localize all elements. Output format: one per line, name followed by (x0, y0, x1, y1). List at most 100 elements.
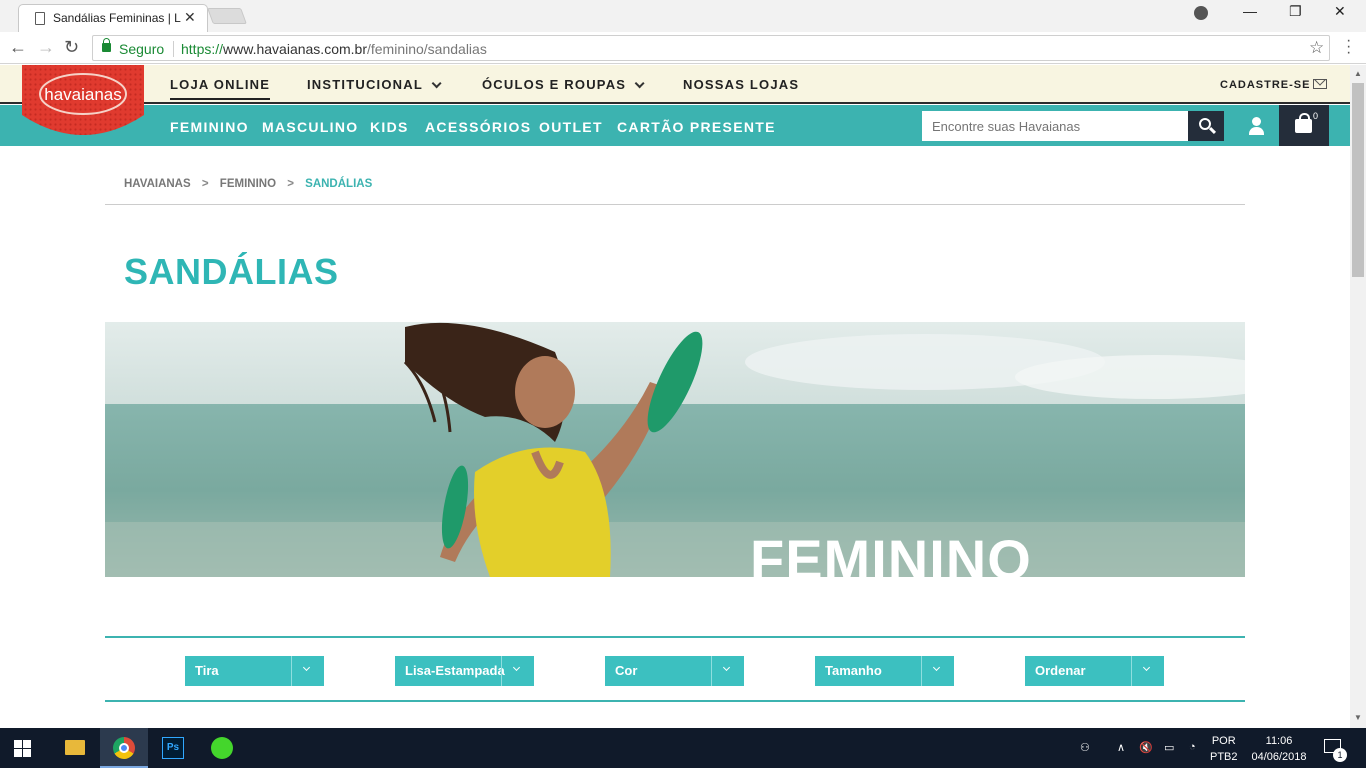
minimize-icon[interactable]: — (1243, 3, 1257, 19)
new-tab-button[interactable] (207, 8, 247, 24)
scroll-down-icon[interactable]: ▼ (1354, 713, 1362, 722)
breadcrumb-current: SANDÁLIAS (305, 178, 373, 190)
language-indicator[interactable]: POR PTB2 (1210, 733, 1238, 765)
breadcrumb: HAVAIANAS > FEMININO > SANDÁLIAS (124, 178, 380, 190)
browser-menu-icon[interactable]: · · · (1346, 33, 1351, 61)
filter-cor[interactable]: Cor (605, 656, 744, 686)
nav-cartao-presente[interactable]: CARTÃO PRESENTE (617, 119, 776, 135)
window-close-icon[interactable]: ✕ (1334, 3, 1346, 20)
tab-close-icon[interactable]: ✕ (184, 9, 196, 26)
chevron-down-icon (512, 663, 521, 672)
omnibox-divider (173, 41, 174, 57)
topnav-oculos-label: ÓCULOS E ROUPAS (482, 77, 627, 92)
nav-outlet[interactable]: OUTLET (539, 119, 603, 135)
address-bar[interactable]: Seguro https://www.havaianas.com.br/femi… (92, 35, 1330, 61)
reload-icon[interactable]: ↻ (64, 37, 79, 58)
topnav-institucional[interactable]: INSTITUCIONAL (307, 77, 442, 92)
filter-label: Ordenar (1035, 663, 1086, 678)
taskbar-razer[interactable] (198, 728, 246, 768)
taskbar-chrome[interactable] (100, 728, 148, 768)
banner-image (105, 322, 1245, 577)
topnav-institucional-label: INSTITUCIONAL (307, 77, 423, 92)
nav-masculino[interactable]: MASCULINO (262, 119, 358, 135)
chevron-down-icon (634, 78, 645, 89)
page-title: SANDÁLIAS (124, 251, 339, 292)
battery-icon[interactable]: ▭ (1164, 741, 1174, 754)
breadcrumb-separator: > (287, 178, 294, 190)
search-input[interactable] (922, 111, 1189, 141)
windows-start-icon[interactable] (14, 740, 31, 757)
chevron-down-icon (1142, 663, 1151, 672)
filter-label: Tamanho (825, 663, 882, 678)
scrollbar-thumb[interactable] (1352, 83, 1364, 277)
profile-icon[interactable] (1194, 6, 1208, 20)
url-text: https://www.havaianas.com.br/feminino/sa… (181, 41, 487, 57)
page-icon (35, 12, 45, 25)
browser-titlebar: Sandálias Femininas | Loja ✕ — ❐ ✕ (0, 0, 1366, 32)
nav-kids[interactable]: KIDS (370, 119, 409, 135)
tab-title: Sandálias Femininas | Loja (53, 11, 181, 25)
signup-link[interactable]: CADASTRE-SE (1220, 79, 1310, 91)
browser-tab[interactable]: Sandálias Femininas | Loja ✕ (18, 4, 208, 32)
search-icon-handle (1208, 126, 1217, 135)
url-host: www.havaianas.com.br (223, 41, 367, 57)
mail-icon[interactable] (1313, 79, 1327, 89)
user-icon-head (1252, 117, 1261, 126)
browser-toolbar: ← → ↻ Seguro https://www.havaianas.com.b… (0, 32, 1366, 64)
category-banner[interactable]: FEMININO (105, 322, 1245, 577)
chrome-icon (113, 737, 135, 759)
folder-icon (65, 740, 85, 755)
restore-icon[interactable]: ❐ (1289, 3, 1302, 20)
breadcrumb-separator: > (201, 178, 209, 190)
chevron-down-icon (932, 663, 941, 672)
breadcrumb-divider (105, 204, 1245, 205)
chevron-down-icon (722, 663, 731, 672)
filter-separator (921, 656, 922, 686)
topnav-loja-online[interactable]: LOJA ONLINE (170, 77, 271, 100)
breadcrumb-feminino[interactable]: FEMININO (220, 178, 276, 190)
volume-muted-icon[interactable]: 🔇 (1139, 741, 1153, 754)
breadcrumb-home[interactable]: HAVAIANAS (124, 178, 191, 190)
nav-feminino[interactable]: FEMININO (170, 119, 249, 135)
search-button[interactable] (1188, 111, 1224, 141)
system-clock[interactable]: 11:06 04/06/2018 (1248, 733, 1310, 765)
topnav-oculos-roupas[interactable]: ÓCULOS E ROUPAS (482, 77, 645, 92)
clock-date: 04/06/2018 (1251, 751, 1307, 763)
topnav-nossas-lojas[interactable]: NOSSAS LOJAS (683, 77, 799, 92)
filter-tamanho[interactable]: Tamanho (815, 656, 954, 686)
page-viewport: LOJA ONLINE INSTITUCIONAL ÓCULOS E ROUPA… (0, 65, 1350, 728)
user-icon-body (1249, 127, 1264, 135)
main-nav: FEMININO MASCULINO KIDS ACESSÓRIOS OUTLE… (0, 105, 1350, 146)
nav-acessorios[interactable]: ACESSÓRIOS (425, 119, 531, 135)
havaianas-logo[interactable]: havaianas (18, 65, 148, 147)
filter-label: Cor (615, 663, 638, 678)
filter-divider-top (105, 636, 1245, 638)
filter-lisa-estampada[interactable]: Lisa-Estampada (395, 656, 534, 686)
people-icon[interactable]: ⚇ (1080, 741, 1090, 754)
keyboard-layout: PTB2 (1210, 751, 1238, 763)
filter-separator (1131, 656, 1132, 686)
user-account-icon[interactable] (1238, 105, 1278, 146)
notification-count: 1 (1333, 748, 1347, 762)
taskbar-photoshop[interactable]: Ps (149, 728, 197, 768)
bookmark-star-icon[interactable]: ☆ (1309, 38, 1324, 58)
filter-tira[interactable]: Tira (185, 656, 324, 686)
forward-icon[interactable]: → (37, 37, 55, 58)
page-scrollbar[interactable]: ▲ ▼ (1350, 65, 1366, 728)
wifi-icon[interactable]: ◔ (1189, 741, 1196, 753)
photoshop-icon: Ps (162, 737, 184, 759)
back-icon[interactable]: ← (9, 37, 27, 58)
chevron-down-icon (302, 663, 311, 672)
clock-time: 11:06 (1265, 735, 1293, 747)
tray-expand-icon[interactable]: ∧ (1117, 741, 1125, 754)
cart-button[interactable]: 0 (1279, 105, 1329, 146)
filter-divider-bottom (105, 700, 1245, 702)
filter-separator (291, 656, 292, 686)
url-scheme: https:// (181, 41, 224, 57)
scroll-up-icon[interactable]: ▲ (1354, 69, 1362, 78)
taskbar-file-explorer[interactable] (51, 728, 99, 768)
secure-label: Seguro (119, 41, 165, 57)
filter-separator (711, 656, 712, 686)
filter-ordenar[interactable]: Ordenar (1025, 656, 1164, 686)
cart-count: 0 (1313, 111, 1319, 121)
